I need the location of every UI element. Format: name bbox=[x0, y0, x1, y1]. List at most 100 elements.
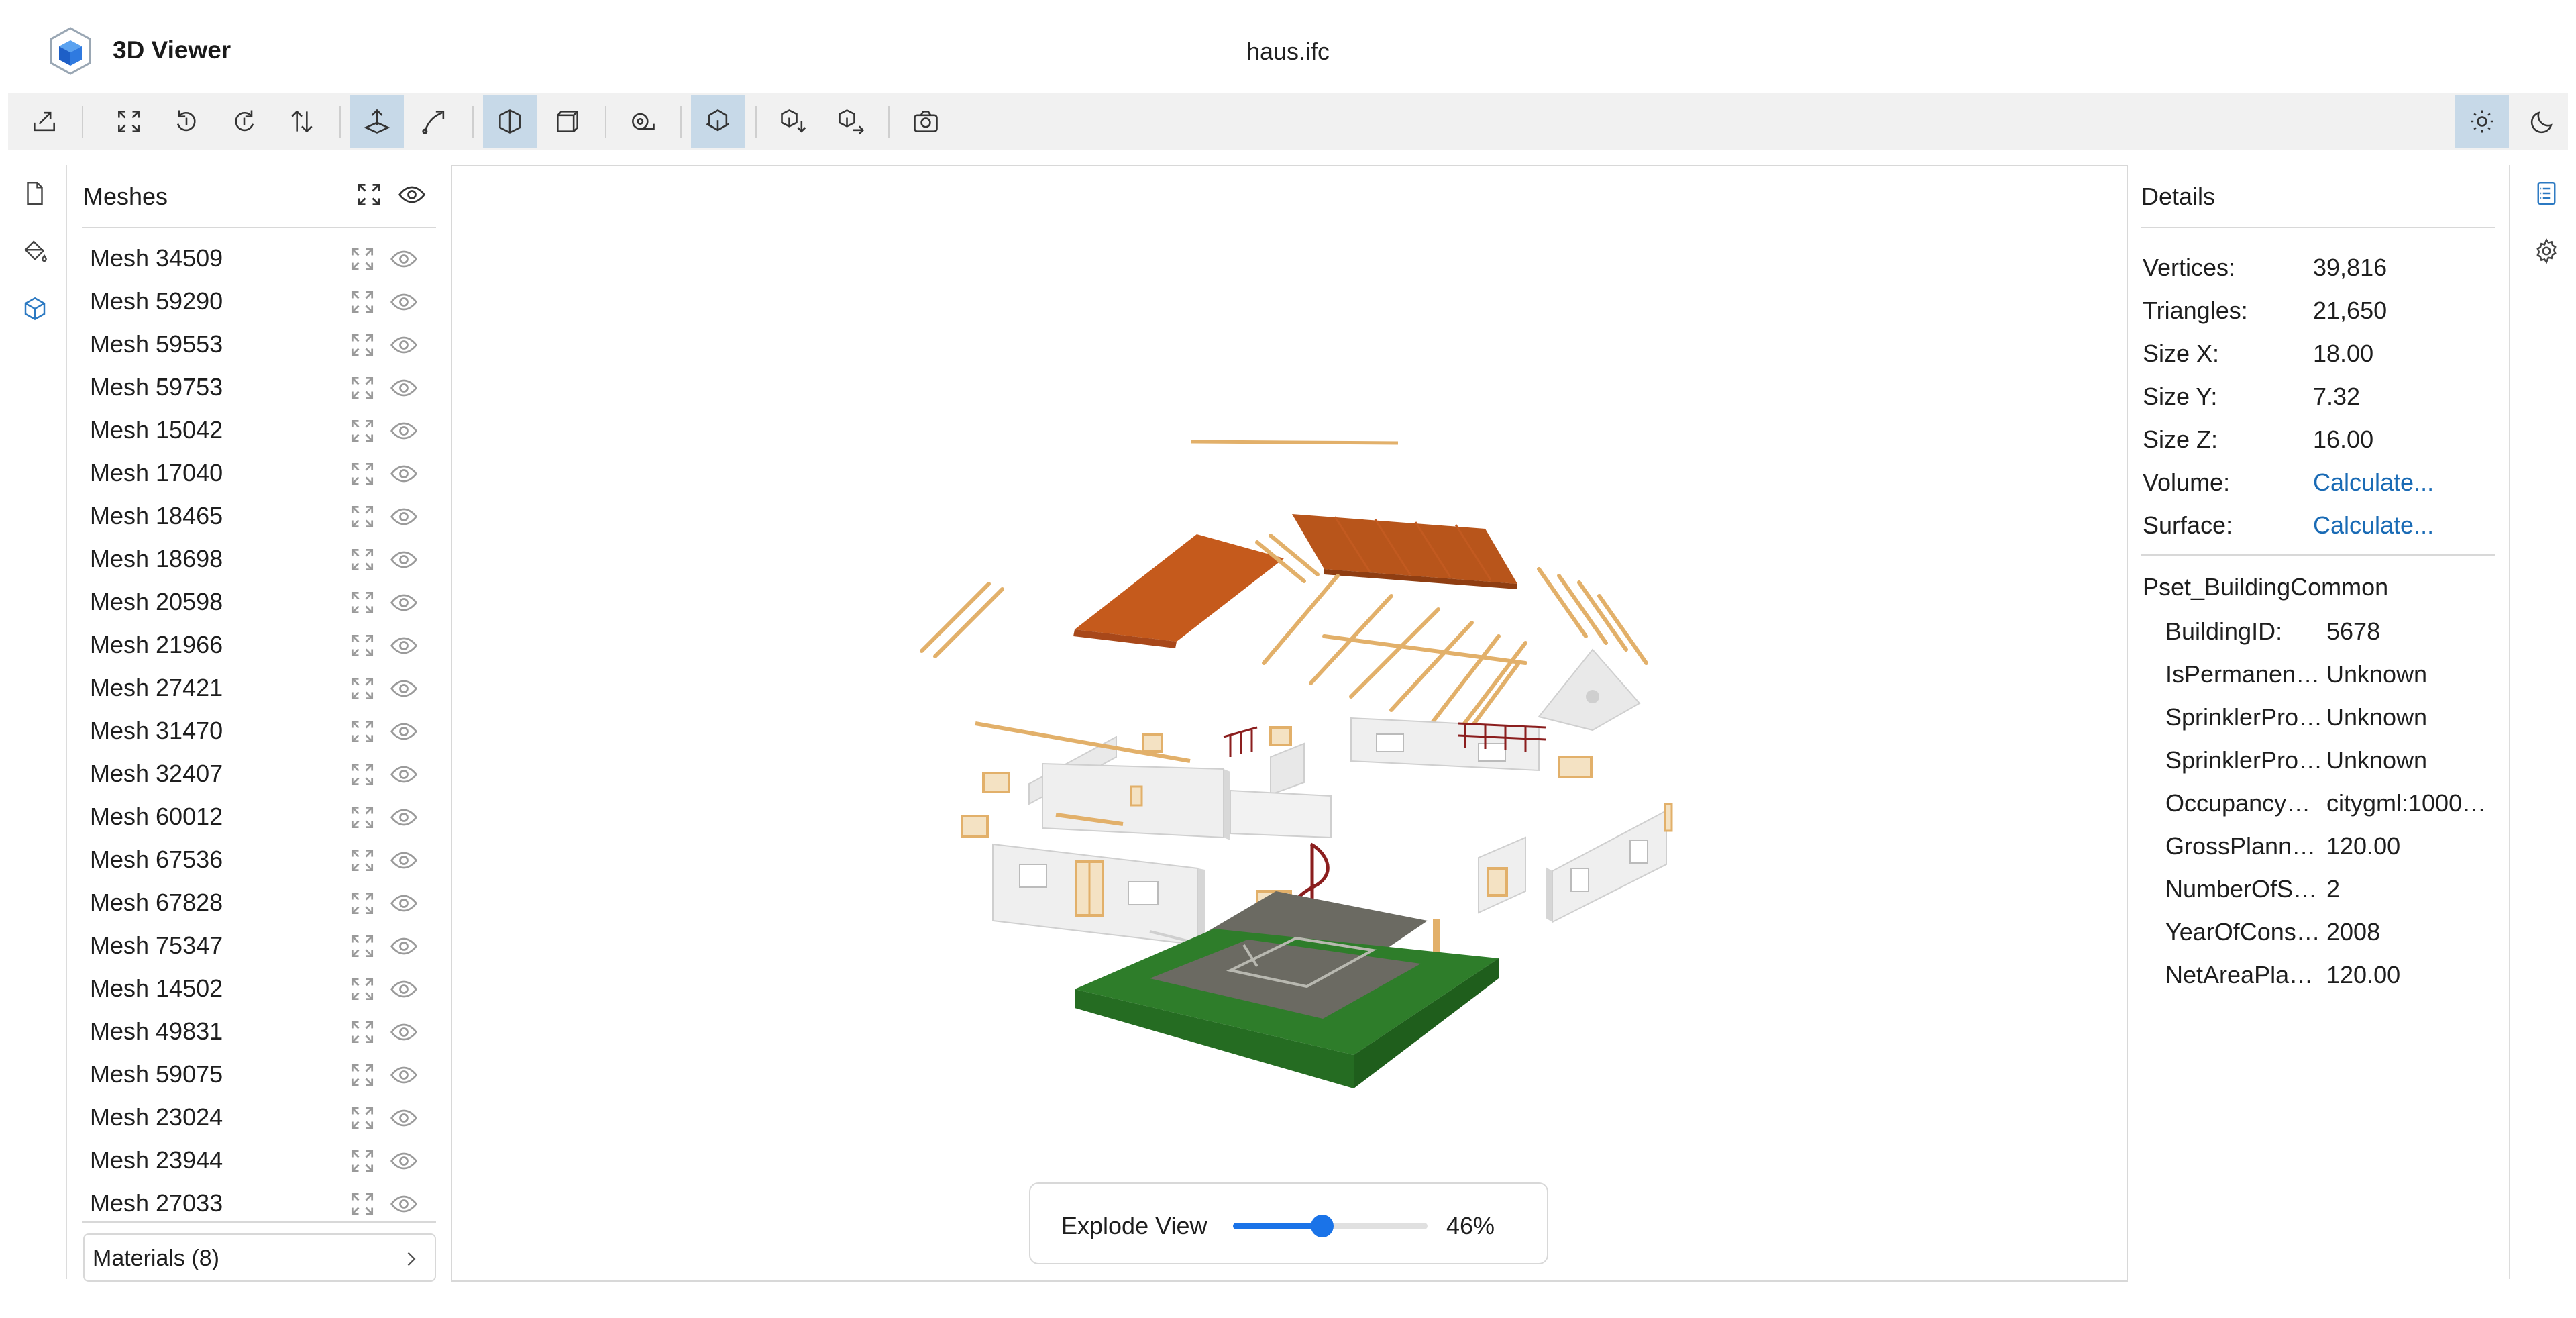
toggle-visibility-eye-icon[interactable] bbox=[389, 1017, 419, 1047]
toggle-visibility-eye-icon[interactable] bbox=[389, 760, 419, 789]
calculate-link[interactable]: Calculate... bbox=[2313, 511, 2434, 540]
mesh-list-item[interactable]: Mesh 21966 bbox=[82, 624, 436, 667]
materials-section-button[interactable]: Materials (8) bbox=[83, 1233, 436, 1282]
fit-mesh-icon[interactable] bbox=[347, 1146, 377, 1176]
fit-mesh-icon[interactable] bbox=[347, 459, 377, 489]
toggle-visibility-eye-icon[interactable] bbox=[389, 717, 419, 746]
toggle-visibility-eye-icon[interactable] bbox=[389, 416, 419, 446]
fit-mesh-icon[interactable] bbox=[347, 1060, 377, 1090]
import-model-button[interactable] bbox=[17, 95, 71, 148]
mesh-list-item[interactable]: Mesh 67828 bbox=[82, 882, 436, 925]
toggle-visibility-eye-icon[interactable] bbox=[389, 974, 419, 1004]
toggle-visibility-eye-icon[interactable] bbox=[389, 846, 419, 875]
nav-meshes[interactable] bbox=[17, 291, 52, 326]
toggle-visibility-eye-icon[interactable] bbox=[389, 373, 419, 403]
toggle-visibility-eye-icon[interactable] bbox=[389, 889, 419, 918]
measure-button[interactable] bbox=[616, 95, 669, 148]
rotate-left-button[interactable] bbox=[160, 95, 213, 148]
rotate-right-button[interactable] bbox=[217, 95, 271, 148]
mesh-list-item[interactable]: Mesh 60012 bbox=[82, 796, 436, 839]
toggle-visibility-eye-icon[interactable] bbox=[389, 1146, 419, 1176]
mesh-list-item[interactable]: Mesh 32407 bbox=[82, 753, 436, 796]
mesh-list-item[interactable]: Mesh 27421 bbox=[82, 667, 436, 710]
mesh-list-item[interactable]: Mesh 59290 bbox=[82, 281, 436, 323]
fixed-up-vector-button[interactable] bbox=[350, 95, 404, 148]
mesh-list-item[interactable]: Mesh 17040 bbox=[82, 452, 436, 495]
mesh-list-item[interactable]: Mesh 18465 bbox=[82, 495, 436, 538]
toggle-visibility-eye-icon[interactable] bbox=[389, 545, 419, 574]
mesh-list-item[interactable]: Mesh 59753 bbox=[82, 366, 436, 409]
fit-mesh-icon[interactable] bbox=[347, 244, 377, 274]
fit-mesh-icon[interactable] bbox=[347, 330, 377, 360]
fit-mesh-icon[interactable] bbox=[347, 974, 377, 1004]
snapshot-button[interactable] bbox=[899, 95, 953, 148]
fit-mesh-icon[interactable] bbox=[347, 803, 377, 832]
mesh-list-item[interactable]: Mesh 15042 bbox=[82, 409, 436, 452]
fit-mesh-icon[interactable] bbox=[347, 846, 377, 875]
mesh-list-item[interactable]: Mesh 31470 bbox=[82, 710, 436, 753]
fit-mesh-icon[interactable] bbox=[347, 760, 377, 789]
calculate-link[interactable]: Calculate... bbox=[2313, 468, 2434, 497]
mesh-list-item[interactable]: Mesh 67536 bbox=[82, 839, 436, 882]
toggle-visibility-eye-icon[interactable] bbox=[389, 502, 419, 531]
fit-mesh-icon[interactable] bbox=[347, 1017, 377, 1047]
share-model-button[interactable] bbox=[824, 95, 877, 148]
fit-mesh-icon[interactable] bbox=[347, 502, 377, 531]
flip-up-vector-button[interactable] bbox=[275, 95, 329, 148]
toggle-visibility-eye-icon[interactable] bbox=[389, 330, 419, 360]
toggle-visibility-eye-icon[interactable] bbox=[389, 244, 419, 274]
dark-theme-button[interactable] bbox=[2516, 95, 2569, 148]
toggle-visibility-eye-icon[interactable] bbox=[389, 1060, 419, 1090]
fit-mesh-icon[interactable] bbox=[347, 287, 377, 317]
export-model-button[interactable] bbox=[766, 95, 820, 148]
fit-mesh-icon[interactable] bbox=[347, 931, 377, 961]
fit-mesh-icon[interactable] bbox=[347, 1189, 377, 1219]
details-panel-toggle[interactable] bbox=[2529, 176, 2564, 211]
mesh-list-item[interactable]: Mesh 23944 bbox=[82, 1139, 436, 1182]
3d-viewport[interactable]: Explode View 46% bbox=[451, 165, 2128, 1282]
mesh-list-item[interactable]: Mesh 59075 bbox=[82, 1054, 436, 1097]
toggle-visibility-eye-icon[interactable] bbox=[389, 631, 419, 660]
fit-mesh-icon[interactable] bbox=[347, 631, 377, 660]
toggle-visibility-eye-icon[interactable] bbox=[389, 1103, 419, 1133]
toggle-visibility-eye-icon[interactable] bbox=[389, 1189, 419, 1219]
fit-mesh-icon[interactable] bbox=[347, 674, 377, 703]
fit-mesh-icon[interactable] bbox=[347, 545, 377, 574]
fit-all-icon[interactable] bbox=[354, 180, 384, 209]
settings-button[interactable] bbox=[2529, 234, 2564, 268]
mesh-list-item[interactable]: Mesh 14502 bbox=[82, 968, 436, 1011]
nav-materials[interactable] bbox=[17, 234, 52, 268]
fit-mesh-icon[interactable] bbox=[347, 889, 377, 918]
explode-slider-thumb[interactable] bbox=[1311, 1215, 1334, 1237]
explode-slider[interactable] bbox=[1233, 1215, 1428, 1237]
light-theme-button[interactable] bbox=[2455, 95, 2509, 148]
orthographic-camera-button[interactable] bbox=[541, 95, 594, 148]
mesh-list-item[interactable]: Mesh 20598 bbox=[82, 581, 436, 624]
fit-mesh-icon[interactable] bbox=[347, 416, 377, 446]
toggle-visibility-eye-icon[interactable] bbox=[389, 459, 419, 489]
mesh-list-item[interactable]: Mesh 18698 bbox=[82, 538, 436, 581]
toggle-visibility-eye-icon[interactable] bbox=[389, 803, 419, 832]
mesh-list-item[interactable]: Mesh 34509 bbox=[82, 238, 436, 281]
fit-mesh-icon[interactable] bbox=[347, 373, 377, 403]
mesh-list-item[interactable]: Mesh 23024 bbox=[82, 1097, 436, 1139]
free-orbit-button[interactable] bbox=[408, 95, 462, 148]
fit-to-window-button[interactable] bbox=[102, 95, 156, 148]
toggle-visibility-eye-icon[interactable] bbox=[389, 931, 419, 961]
toggle-visibility-eye-icon[interactable] bbox=[389, 674, 419, 703]
toggle-visibility-eye-icon[interactable] bbox=[389, 588, 419, 617]
mesh-list-item[interactable]: Mesh 59553 bbox=[82, 323, 436, 366]
fit-mesh-icon[interactable] bbox=[347, 717, 377, 746]
show-all-eye-icon[interactable] bbox=[397, 180, 427, 209]
mesh-list-item[interactable]: Mesh 75347 bbox=[82, 925, 436, 968]
cross-section-button[interactable] bbox=[691, 95, 745, 148]
mesh-name: Mesh 27033 bbox=[90, 1189, 223, 1217]
mesh-list-item[interactable]: Mesh 27033 bbox=[82, 1182, 436, 1220]
nav-files[interactable] bbox=[17, 176, 52, 211]
fit-mesh-icon[interactable] bbox=[347, 1103, 377, 1133]
toggle-visibility-eye-icon[interactable] bbox=[389, 287, 419, 317]
perspective-camera-button[interactable] bbox=[483, 95, 537, 148]
mesh-list-item[interactable]: Mesh 49831 bbox=[82, 1011, 436, 1054]
fit-mesh-icon[interactable] bbox=[347, 588, 377, 617]
house-model-render[interactable] bbox=[452, 166, 2127, 1280]
